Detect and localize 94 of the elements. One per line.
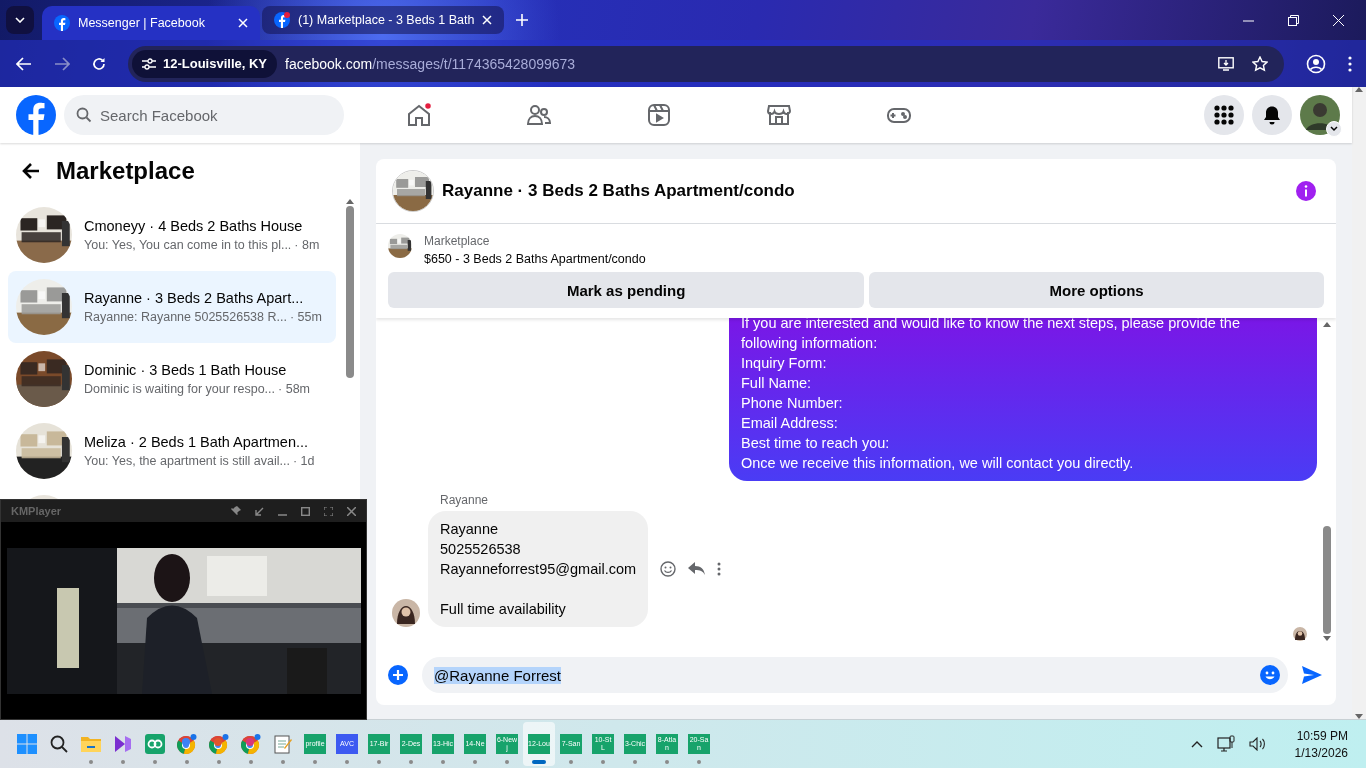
- site-info-chip[interactable]: 12-Louisville, KY: [132, 49, 278, 78]
- studio-icon: [114, 735, 132, 753]
- tab-title: (1) Marketplace - 3 Beds 1 Bath: [298, 13, 475, 27]
- scroll-thumb[interactable]: [346, 206, 354, 378]
- clock-date: 1/13/2026: [1294, 745, 1348, 760]
- sender-name: Rayanne: [440, 493, 490, 507]
- browser-tab[interactable]: Messenger | Facebook: [42, 6, 260, 40]
- marketplace-icon[interactable]: [766, 102, 792, 128]
- new-tab-icon[interactable]: [516, 14, 529, 26]
- conversation-title: Rayanne · 3 Beds 2 Baths Apart...: [84, 290, 305, 306]
- emoji-icon[interactable]: [660, 561, 677, 577]
- message-preview: Dominic is waiting for your respo...: [84, 382, 276, 396]
- forward-icon[interactable]: [54, 56, 70, 71]
- account-avatar[interactable]: [1300, 95, 1340, 135]
- emoji-icon[interactable]: [1260, 665, 1280, 685]
- tab-title: Messenger | Facebook: [78, 16, 206, 30]
- message-field[interactable]: @Rayanne Forrest: [422, 657, 1288, 693]
- conversation-title: Meliza · 2 Beds 1 Bath Apartmen...: [84, 434, 310, 450]
- reload-icon[interactable]: [92, 56, 106, 71]
- facebook-logo-icon: [54, 15, 70, 31]
- send-icon[interactable]: [1302, 666, 1322, 684]
- player-title: KMPlayer: [11, 505, 62, 517]
- fullscreen-icon[interactable]: [324, 506, 333, 516]
- loop-icon: [145, 734, 165, 754]
- scroll-down-icon[interactable]: [1323, 636, 1331, 641]
- action-button[interactable]: More options: [869, 272, 1324, 308]
- caret-icon: [15, 17, 25, 23]
- pin-icon[interactable]: [231, 506, 241, 516]
- video-icon[interactable]: [646, 102, 672, 128]
- reply-icon[interactable]: [688, 562, 706, 576]
- scroll-up-icon[interactable]: [346, 199, 354, 204]
- menu-button[interactable]: [1204, 95, 1244, 135]
- seen-avatar: [1293, 627, 1307, 641]
- chevron-up-icon[interactable]: [1190, 740, 1203, 748]
- add-icon[interactable]: [388, 665, 408, 685]
- scroll-thumb[interactable]: [1323, 526, 1331, 634]
- profile-icon[interactable]: [1306, 53, 1326, 74]
- tab-search-button[interactable]: [6, 6, 34, 34]
- conversation-title: Cmoneyy · 4 Beds 2 Baths House: [84, 218, 304, 234]
- action-button[interactable]: Mark as pending: [388, 272, 865, 308]
- folder-icon: [81, 735, 101, 753]
- conversation-item[interactable]: Meliza · 2 Beds 1 Bath Apartmen... You: Yes, the apartment is still avail... · 1d: [8, 415, 336, 487]
- search-icon: [50, 735, 68, 753]
- info-icon[interactable]: [1296, 181, 1316, 201]
- restore-icon[interactable]: [1288, 14, 1299, 26]
- message-bubble: If you are interested and would like to know the next steps, please provide the following information: Inquiry Form: Full Name: Phone Number: Email Address: Best time to reach you: Once we receive this information, we will contact you directly.: [729, 318, 1317, 481]
- conversation-item[interactable]: Cmoneyy · 4 Beds 2 Baths House You: Yes, You can come in to this pl... · 8m: [8, 199, 336, 271]
- windows-icon: [17, 734, 37, 754]
- timestamp: · 1d: [292, 454, 315, 468]
- scroll-up-icon[interactable]: [1323, 322, 1331, 327]
- tune-icon: [142, 57, 156, 70]
- bell-icon: [1262, 105, 1282, 125]
- browser-icon: [240, 733, 262, 755]
- home-icon[interactable]: [406, 102, 432, 128]
- shrink-icon[interactable]: [255, 506, 264, 516]
- address-bar[interactable]: 12-Louisville, KY facebook.com/messages/t/1174365428099673: [128, 45, 1284, 82]
- message-preview: Rayanne: Rayanne 5025526538 R...: [84, 310, 287, 324]
- url-text: facebook.com/messages/t/1174365428099673: [285, 55, 576, 72]
- conversation-item[interactable]: Rayanne · 3 Beds 2 Baths Apart... Rayanne: Rayanne 5025526538 R... · 55m: [8, 271, 336, 343]
- timestamp: · 58m: [278, 382, 310, 396]
- message-bubble: Rayanne 5025526538 Rayanneforrest95@gmail.com Full time availability: [428, 511, 649, 627]
- install-app-icon[interactable]: [1218, 56, 1234, 71]
- clock-time: 10:59 PM: [1296, 728, 1348, 743]
- more-icon[interactable]: [717, 562, 722, 576]
- thread-title: Rayanne · 3 Beds 2 Baths Apartment/condo: [442, 181, 795, 201]
- sender-avatar: [392, 599, 420, 627]
- notifications-button[interactable]: [1252, 95, 1292, 135]
- notepad-icon: [274, 734, 292, 754]
- message-preview: You: Yes, You can come in to this pl...: [84, 238, 292, 252]
- listing-description: $650 - 3 Beds 2 Baths Apartment/condo: [424, 252, 646, 266]
- browser-tab[interactable]: (1) Marketplace - 3 Beds 1 Bath: [262, 6, 505, 34]
- friends-icon[interactable]: [526, 102, 552, 128]
- timestamp: · 55m: [289, 310, 322, 324]
- scrollbar[interactable]: [1352, 87, 1366, 719]
- maximize-icon[interactable]: [301, 506, 310, 516]
- grid-icon: [1214, 105, 1234, 125]
- facebook-logo-icon[interactable]: [16, 95, 56, 135]
- sidebar-title: Marketplace: [56, 157, 195, 185]
- message-preview: You: Yes, the apartment is still avail...: [84, 454, 290, 468]
- browser-icon: [208, 733, 230, 755]
- back-icon[interactable]: [22, 163, 40, 179]
- conversation-title: Dominic · 3 Beds 1 Bath House: [84, 362, 288, 378]
- browser-icon: [176, 733, 198, 755]
- timestamp: · 8m: [294, 238, 320, 252]
- search-icon: [76, 107, 92, 123]
- network-icon[interactable]: [1216, 735, 1235, 753]
- more-icon[interactable]: [1348, 55, 1352, 72]
- search-field[interactable]: Search Facebook: [64, 95, 344, 135]
- conversation-item[interactable]: Dominic · 3 Beds 1 Bath House Dominic is waiting for your respo... · 58m: [8, 343, 336, 415]
- volume-icon[interactable]: [1248, 737, 1267, 751]
- caret-icon[interactable]: [1326, 121, 1342, 137]
- facebook-logo-icon: [274, 12, 290, 28]
- star-icon[interactable]: [1252, 55, 1268, 72]
- listing-label: Marketplace: [424, 234, 491, 248]
